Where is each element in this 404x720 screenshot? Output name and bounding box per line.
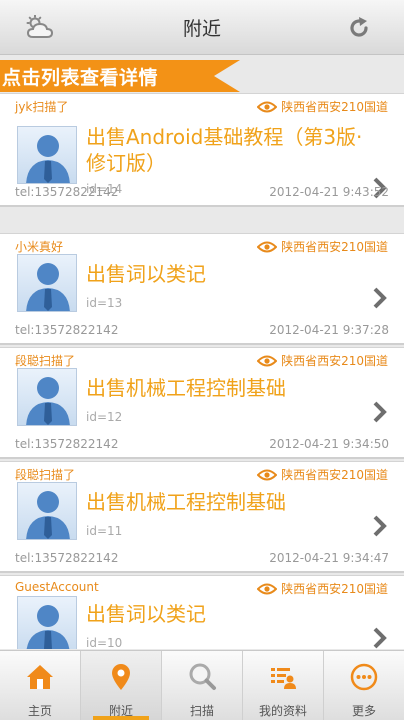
profile-list-icon [271, 668, 296, 689]
eye-icon [257, 101, 278, 112]
chevron-right-icon[interactable] [372, 626, 388, 649]
item-location-text: 陕西省西安210国道 [281, 354, 388, 368]
eye-icon [257, 355, 278, 366]
chevron-right-icon[interactable] [372, 400, 388, 424]
magnifier-icon [189, 663, 216, 690]
item-location-text: 陕西省西安210国道 [281, 240, 388, 254]
item-id: id=11 [86, 524, 123, 538]
bottom-tab-bar: 主页 附近 扫描 我的资料 更多 [0, 650, 404, 720]
item-time: 2012-04-21 9:43:52 [269, 185, 389, 199]
item-id: id=13 [86, 296, 123, 310]
avatar [17, 596, 77, 649]
tab-more[interactable]: 更多 [324, 651, 404, 720]
location-pin-icon [112, 664, 130, 690]
more-dots-icon [350, 663, 378, 691]
chevron-right-icon[interactable] [372, 514, 388, 538]
item-tel: tel:13572822142 [15, 437, 119, 451]
item-time: 2012-04-21 9:34:50 [269, 437, 389, 451]
tab-label: 更多 [351, 704, 376, 718]
list-item[interactable]: jyk扫描了 陕西省西安210国道 出售Android基础教程（第3版·修订版）… [0, 93, 404, 207]
item-location-text: 陕西省西安210国道 [281, 468, 388, 482]
tab-my-profile[interactable]: 我的资料 [243, 651, 324, 720]
item-location-text: 陕西省西安210国道 [281, 582, 388, 596]
item-user: 段聪扫描了 [15, 354, 76, 368]
avatar [17, 368, 77, 426]
eye-icon [257, 469, 278, 480]
item-tel: tel:13572822142 [15, 551, 119, 565]
tab-home[interactable]: 主页 [0, 651, 81, 720]
item-user: GuestAccount [15, 580, 99, 594]
home-icon [27, 665, 53, 689]
item-title: 出售词以类记 [86, 262, 206, 286]
list-item[interactable]: 段聪扫描了 陕西省西安210国道 出售机械工程控制基础 id=12 tel:13… [0, 347, 404, 459]
avatar [17, 482, 77, 540]
list-item[interactable]: 小米真好 陕西省西安210国道 出售词以类记 id=13 tel:1357282… [0, 233, 404, 345]
item-id: id=12 [86, 410, 123, 424]
chevron-right-icon[interactable] [372, 286, 388, 310]
item-user: jyk扫描了 [15, 100, 69, 114]
item-location: 陕西省西安210国道 [257, 238, 388, 255]
item-location-text: 陕西省西安210国道 [281, 100, 388, 114]
tab-scan[interactable]: 扫描 [162, 651, 243, 720]
list-item[interactable]: GuestAccount 陕西省西安210国道 出售词以类记 id=10 [0, 575, 404, 649]
item-user: 段聪扫描了 [15, 468, 76, 482]
avatar [17, 126, 77, 184]
item-location: 陕西省西安210国道 [257, 352, 388, 369]
refresh-button[interactable] [342, 11, 376, 45]
eye-icon [257, 583, 278, 594]
tab-label: 主页 [27, 704, 52, 718]
user-avatar-icon [26, 135, 70, 183]
item-location: 陕西省西安210国道 [257, 580, 388, 597]
item-title: 出售Android基础教程（第3版·修订版） [86, 125, 363, 175]
tab-label: 我的资料 [258, 704, 307, 718]
top-bar: 附近 [0, 0, 404, 55]
banner-text: 点击列表查看详情 [2, 67, 159, 89]
item-title: 出售机械工程控制基础 [86, 490, 286, 514]
item-title: 出售词以类记 [86, 602, 206, 626]
user-avatar-icon [26, 377, 70, 425]
item-id: id=10 [86, 636, 123, 649]
tab-label: 扫描 [189, 704, 214, 718]
hint-banner: 点击列表查看详情 [0, 60, 240, 92]
user-avatar-icon [26, 263, 70, 311]
item-location: 陕西省西安210国道 [257, 466, 388, 483]
list-item[interactable]: 段聪扫描了 陕西省西安210国道 出售机械工程控制基础 id=11 tel:13… [0, 461, 404, 573]
item-tel: tel:13572822142 [15, 323, 119, 337]
user-avatar-icon [26, 605, 70, 649]
item-location: 陕西省西安210国道 [257, 98, 388, 115]
item-title: 出售机械工程控制基础 [86, 376, 286, 400]
item-time: 2012-04-21 9:34:47 [269, 551, 389, 565]
avatar [17, 254, 77, 312]
item-list[interactable]: jyk扫描了 陕西省西安210国道 出售Android基础教程（第3版·修订版）… [0, 93, 404, 649]
item-tel: tel:13572822142 [15, 185, 119, 199]
item-user: 小米真好 [15, 240, 64, 254]
eye-icon [257, 241, 278, 252]
active-tab-indicator [93, 716, 149, 720]
user-avatar-icon [26, 491, 70, 539]
tab-nearby[interactable]: 附近 [81, 651, 162, 720]
item-time: 2012-04-21 9:37:28 [269, 323, 389, 337]
refresh-icon [350, 17, 368, 37]
